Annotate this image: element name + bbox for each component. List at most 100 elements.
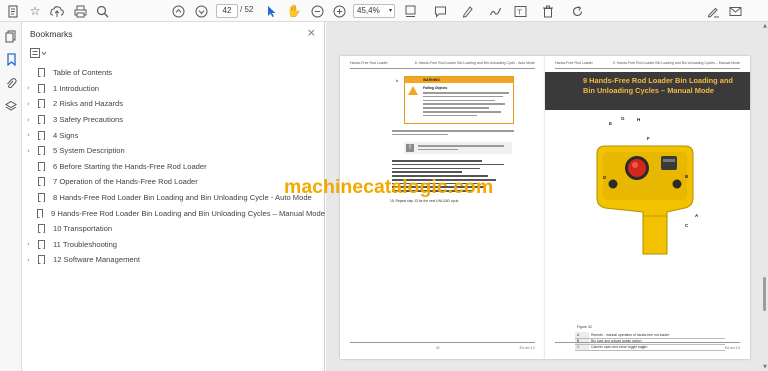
bookmark-item[interactable]: 7 Operation of the Hands-Free Rod Loader xyxy=(22,174,325,190)
previous-page-icon[interactable] xyxy=(170,3,186,19)
draw-icon[interactable] xyxy=(487,3,503,19)
bookmark-flag-icon xyxy=(36,208,44,218)
star-icon[interactable]: ☆ xyxy=(27,3,43,19)
bookmark-item-label: 4 Signs xyxy=(53,130,79,140)
page-footer-number: 42 xyxy=(436,346,440,350)
mail-icon[interactable] xyxy=(727,3,743,19)
bookmark-item[interactable]: › 1 Introduction xyxy=(22,81,325,97)
legend-text: Catcher open and close toggle switch xyxy=(589,344,725,351)
note-icon: ! xyxy=(406,144,414,152)
bookmark-item-label: 5 System Description xyxy=(53,146,125,156)
bookmark-item[interactable]: › 4 Signs xyxy=(22,127,325,143)
callout-label: G xyxy=(621,116,625,121)
remote-control-figure xyxy=(585,136,705,256)
text-edit-icon[interactable]: T xyxy=(512,3,528,19)
bookmark-item[interactable]: 10 Transportation xyxy=(22,221,325,237)
page-total: / 52 xyxy=(240,5,254,14)
scroll-up-icon[interactable]: ▲ xyxy=(763,23,767,29)
bookmark-flag-icon xyxy=(38,115,45,125)
vertical-scrollbar[interactable]: ▲ ▼ xyxy=(760,22,768,371)
chevron-right-icon[interactable]: › xyxy=(22,116,34,124)
bookmark-item[interactable]: › 5 System Description xyxy=(22,143,325,159)
delete-icon[interactable] xyxy=(540,3,556,19)
bookmark-item[interactable]: › 12 Software Management xyxy=(22,252,325,268)
bookmark-item-label: 10 Transportation xyxy=(53,224,113,234)
print-icon[interactable] xyxy=(72,3,88,19)
page-number-input[interactable]: 42 xyxy=(216,4,238,18)
comment-icon[interactable] xyxy=(432,3,448,19)
bookmark-options-icon[interactable] xyxy=(30,48,48,60)
upload-icon[interactable] xyxy=(49,3,65,19)
chevron-right-icon[interactable]: › xyxy=(22,100,34,108)
step-15: 15. Repeat step 13 for the next UNLOAD c… xyxy=(390,199,460,203)
zoom-out-icon[interactable] xyxy=(309,3,325,19)
rotate-icon[interactable] xyxy=(569,3,585,19)
bookmark-item[interactable]: › 2 Risks and Hazards xyxy=(22,96,325,112)
bookmark-item-label: 3 Safety Precautions xyxy=(53,115,124,125)
legend-key: C xyxy=(575,344,589,351)
callout-label: E xyxy=(609,121,613,126)
remote-control-image xyxy=(596,145,694,255)
scroll-down-icon[interactable]: ▼ xyxy=(763,364,767,370)
callout-label: H xyxy=(637,117,641,122)
chapter-heading-band: 9 Hands-Free Rod Loader Bin Loading and … xyxy=(545,72,750,110)
page-header-right: 8. Hands-Free Rod Loader Bin Loading and… xyxy=(414,61,535,65)
bookmark-flag-icon xyxy=(38,130,45,140)
chevron-right-icon[interactable]: › xyxy=(22,256,34,264)
chevron-right-icon[interactable]: › xyxy=(22,131,34,139)
bookmark-item[interactable]: 9 Hands-Free Rod Loader Bin Loading and … xyxy=(22,205,325,221)
bookmark-item[interactable]: › 3 Safety Precautions xyxy=(22,112,325,128)
bookmark-flag-icon xyxy=(38,193,45,203)
legend-row: C Catcher open and close toggle switch xyxy=(575,344,725,351)
bookmark-item[interactable]: Table of Contents xyxy=(22,65,325,81)
warning-box: WARNING Falling Objects xyxy=(404,76,514,124)
zoom-in-icon[interactable] xyxy=(331,3,347,19)
document-tools-icon[interactable] xyxy=(5,3,21,19)
bookmark-item[interactable]: 8 Hands-Free Rod Loader Bin Loading and … xyxy=(22,190,325,206)
warning-text: Falling Objects xyxy=(423,86,511,118)
bookmark-flag-icon xyxy=(38,239,45,249)
warning-subtitle: Falling Objects xyxy=(423,86,448,90)
attachment-icon[interactable] xyxy=(3,77,19,93)
close-icon[interactable]: × xyxy=(307,26,316,39)
bookmark-item-label: 12 Software Management xyxy=(53,255,140,265)
fit-page-icon[interactable] xyxy=(402,3,418,19)
svg-text:T: T xyxy=(516,8,522,16)
bookmark-flag-icon xyxy=(38,177,45,187)
bookmark-item[interactable]: 6 Before Starting the Hands-Free Rod Loa… xyxy=(22,159,325,175)
bookmark-list: Table of Contents › 1 Introduction › 2 Risks… xyxy=(22,65,325,268)
chevron-right-icon[interactable]: › xyxy=(22,240,34,248)
zoom-level-select[interactable]: 45,4% ▾ xyxy=(353,4,395,18)
pages-icon[interactable] xyxy=(3,30,19,46)
header-rule xyxy=(555,68,740,69)
bookmark-flag-icon xyxy=(38,224,45,234)
callout-label: A xyxy=(695,213,699,218)
scrollbar-thumb[interactable] xyxy=(763,277,766,311)
bookmark-item[interactable]: › 11 Troubleshooting xyxy=(22,237,325,253)
next-page-icon[interactable] xyxy=(193,3,209,19)
callout-label: B xyxy=(685,174,689,179)
chevron-right-icon[interactable]: › xyxy=(22,84,34,92)
navigation-rail xyxy=(0,22,22,371)
highlight-pen-icon[interactable] xyxy=(459,3,475,19)
step-marker: b. xyxy=(396,78,400,83)
chapter-title: 9 Hands-Free Rod Loader Bin Loading and … xyxy=(583,76,733,96)
bookmark-flag-icon xyxy=(38,68,45,78)
page-header-right: 9. Hands-Free Rod Loader Bin Loading and… xyxy=(612,61,740,65)
zoom-search-icon[interactable] xyxy=(94,3,110,19)
bookmarks-panel: Bookmarks × Table of Contents › 1 Introduc… xyxy=(22,22,325,371)
bookmark-icon[interactable] xyxy=(3,53,19,69)
sign-icon[interactable] xyxy=(705,3,721,19)
select-cursor-icon[interactable] xyxy=(264,3,280,19)
warning-label: WARNING xyxy=(405,77,513,83)
bookmark-item-label: Table of Contents xyxy=(53,68,113,78)
hand-tool-icon[interactable]: ✋ xyxy=(286,3,302,19)
chevron-right-icon[interactable]: › xyxy=(22,147,34,155)
figure-caption: Figure 32 xyxy=(577,325,592,329)
layers-icon[interactable] xyxy=(3,100,19,116)
page-footer-number: 43 xyxy=(641,346,645,350)
callout-label: C xyxy=(685,223,689,228)
bookmark-flag-icon xyxy=(38,146,45,156)
header-rule xyxy=(350,68,535,69)
bookmark-flag-icon xyxy=(38,161,45,171)
